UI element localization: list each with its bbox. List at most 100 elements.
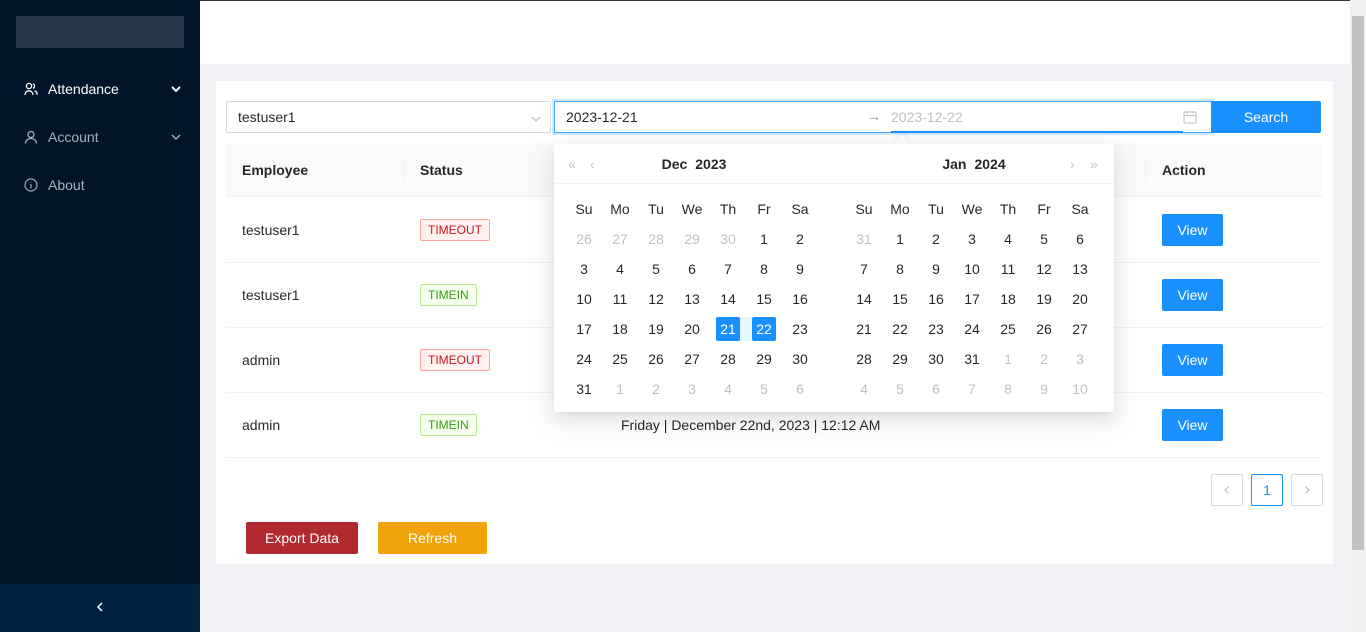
refresh-button[interactable]: Refresh <box>378 522 487 554</box>
date-cell[interactable]: 2 <box>918 227 954 251</box>
date-cell[interactable]: 22 <box>746 317 782 341</box>
date-cell[interactable]: 19 <box>638 317 674 341</box>
date-cell[interactable]: 26 <box>638 347 674 371</box>
date-cell[interactable]: 14 <box>846 287 882 311</box>
date-cell[interactable]: 11 <box>602 287 638 311</box>
date-cell[interactable]: 30 <box>918 347 954 371</box>
view-button[interactable]: View <box>1162 409 1223 441</box>
date-cell[interactable]: 22 <box>882 317 918 341</box>
date-cell[interactable]: 28 <box>638 227 674 251</box>
date-cell[interactable]: 10 <box>1062 377 1098 401</box>
double-chevron-right-icon[interactable]: » <box>1090 156 1098 172</box>
date-cell[interactable]: 5 <box>746 377 782 401</box>
date-cell[interactable]: 3 <box>1062 347 1098 371</box>
month-label[interactable]: Dec <box>662 156 688 172</box>
date-cell[interactable]: 4 <box>846 377 882 401</box>
date-cell[interactable]: 26 <box>1026 317 1062 341</box>
date-cell[interactable]: 8 <box>990 377 1026 401</box>
date-cell[interactable]: 29 <box>674 227 710 251</box>
date-cell[interactable]: 27 <box>602 227 638 251</box>
date-cell[interactable]: 15 <box>746 287 782 311</box>
date-cell[interactable]: 24 <box>954 317 990 341</box>
chevron-right-icon[interactable]: › <box>1070 156 1075 172</box>
date-cell[interactable]: 27 <box>674 347 710 371</box>
month-label[interactable]: Jan <box>942 156 966 172</box>
date-cell[interactable]: 9 <box>918 257 954 281</box>
date-cell[interactable]: 26 <box>566 227 602 251</box>
date-cell[interactable]: 16 <box>782 287 818 311</box>
date-cell[interactable]: 31 <box>954 347 990 371</box>
date-cell[interactable]: 30 <box>782 347 818 371</box>
date-cell[interactable]: 20 <box>674 317 710 341</box>
date-cell[interactable]: 6 <box>674 257 710 281</box>
date-cell[interactable]: 17 <box>566 317 602 341</box>
date-cell[interactable]: 28 <box>846 347 882 371</box>
view-button[interactable]: View <box>1162 279 1223 311</box>
date-cell[interactable]: 23 <box>918 317 954 341</box>
date-cell[interactable]: 21 <box>846 317 882 341</box>
view-button[interactable]: View <box>1162 214 1223 246</box>
date-cell[interactable]: 17 <box>954 287 990 311</box>
date-cell[interactable]: 25 <box>602 347 638 371</box>
date-cell[interactable]: 24 <box>566 347 602 371</box>
sidebar-item-attendance[interactable]: Attendance <box>0 69 200 109</box>
date-cell[interactable]: 15 <box>882 287 918 311</box>
date-cell[interactable]: 20 <box>1062 287 1098 311</box>
date-cell[interactable]: 29 <box>746 347 782 371</box>
date-end-input[interactable]: 2023-12-22 <box>891 109 963 125</box>
date-cell[interactable]: 6 <box>918 377 954 401</box>
date-cell[interactable]: 25 <box>990 317 1026 341</box>
date-cell[interactable]: 12 <box>638 287 674 311</box>
pagination-page[interactable]: 1 <box>1251 474 1283 506</box>
date-cell[interactable]: 2 <box>782 227 818 251</box>
user-select[interactable]: testuser1 <box>226 101 551 133</box>
sidebar-collapse-button[interactable] <box>0 584 200 632</box>
date-cell[interactable]: 4 <box>602 257 638 281</box>
year-label[interactable]: 2023 <box>695 156 726 172</box>
date-cell[interactable]: 11 <box>990 257 1026 281</box>
view-button[interactable]: View <box>1162 344 1223 376</box>
date-cell[interactable]: 6 <box>782 377 818 401</box>
date-cell[interactable]: 16 <box>918 287 954 311</box>
date-cell[interactable]: 10 <box>954 257 990 281</box>
date-cell[interactable]: 29 <box>882 347 918 371</box>
date-cell[interactable]: 9 <box>782 257 818 281</box>
date-cell[interactable]: 23 <box>782 317 818 341</box>
date-cell[interactable]: 31 <box>566 377 602 401</box>
sidebar-item-about[interactable]: About <box>0 165 200 205</box>
date-cell[interactable]: 3 <box>566 257 602 281</box>
date-cell[interactable]: 8 <box>746 257 782 281</box>
date-range-picker[interactable]: 2023-12-21 → 2023-12-22 <box>554 101 1212 133</box>
year-label[interactable]: 2024 <box>974 156 1005 172</box>
sidebar-item-account[interactable]: Account <box>0 117 200 157</box>
date-cell[interactable]: 31 <box>846 227 882 251</box>
date-cell[interactable]: 21 <box>710 317 746 341</box>
date-cell[interactable]: 13 <box>674 287 710 311</box>
date-cell[interactable]: 18 <box>602 317 638 341</box>
date-cell[interactable]: 1 <box>602 377 638 401</box>
export-data-button[interactable]: Export Data <box>246 522 358 554</box>
date-cell[interactable]: 7 <box>954 377 990 401</box>
date-cell[interactable]: 3 <box>954 227 990 251</box>
search-button[interactable]: Search <box>1211 101 1321 133</box>
date-cell[interactable]: 18 <box>990 287 1026 311</box>
date-cell[interactable]: 19 <box>1026 287 1062 311</box>
pagination-next-button[interactable] <box>1291 474 1323 506</box>
page-scrollbar[interactable] <box>1350 0 1366 632</box>
date-cell[interactable]: 14 <box>710 287 746 311</box>
date-cell[interactable]: 12 <box>1026 257 1062 281</box>
date-cell[interactable]: 6 <box>1062 227 1098 251</box>
date-start-input[interactable]: 2023-12-21 <box>566 109 638 125</box>
date-cell[interactable]: 10 <box>566 287 602 311</box>
date-cell[interactable]: 1 <box>882 227 918 251</box>
date-cell[interactable]: 1 <box>990 347 1026 371</box>
date-cell[interactable]: 4 <box>710 377 746 401</box>
date-cell[interactable]: 30 <box>710 227 746 251</box>
date-cell[interactable]: 3 <box>674 377 710 401</box>
date-cell[interactable]: 5 <box>882 377 918 401</box>
date-cell[interactable]: 28 <box>710 347 746 371</box>
date-cell[interactable]: 27 <box>1062 317 1098 341</box>
pagination-prev-button[interactable] <box>1211 474 1243 506</box>
date-cell[interactable]: 13 <box>1062 257 1098 281</box>
date-cell[interactable]: 5 <box>638 257 674 281</box>
